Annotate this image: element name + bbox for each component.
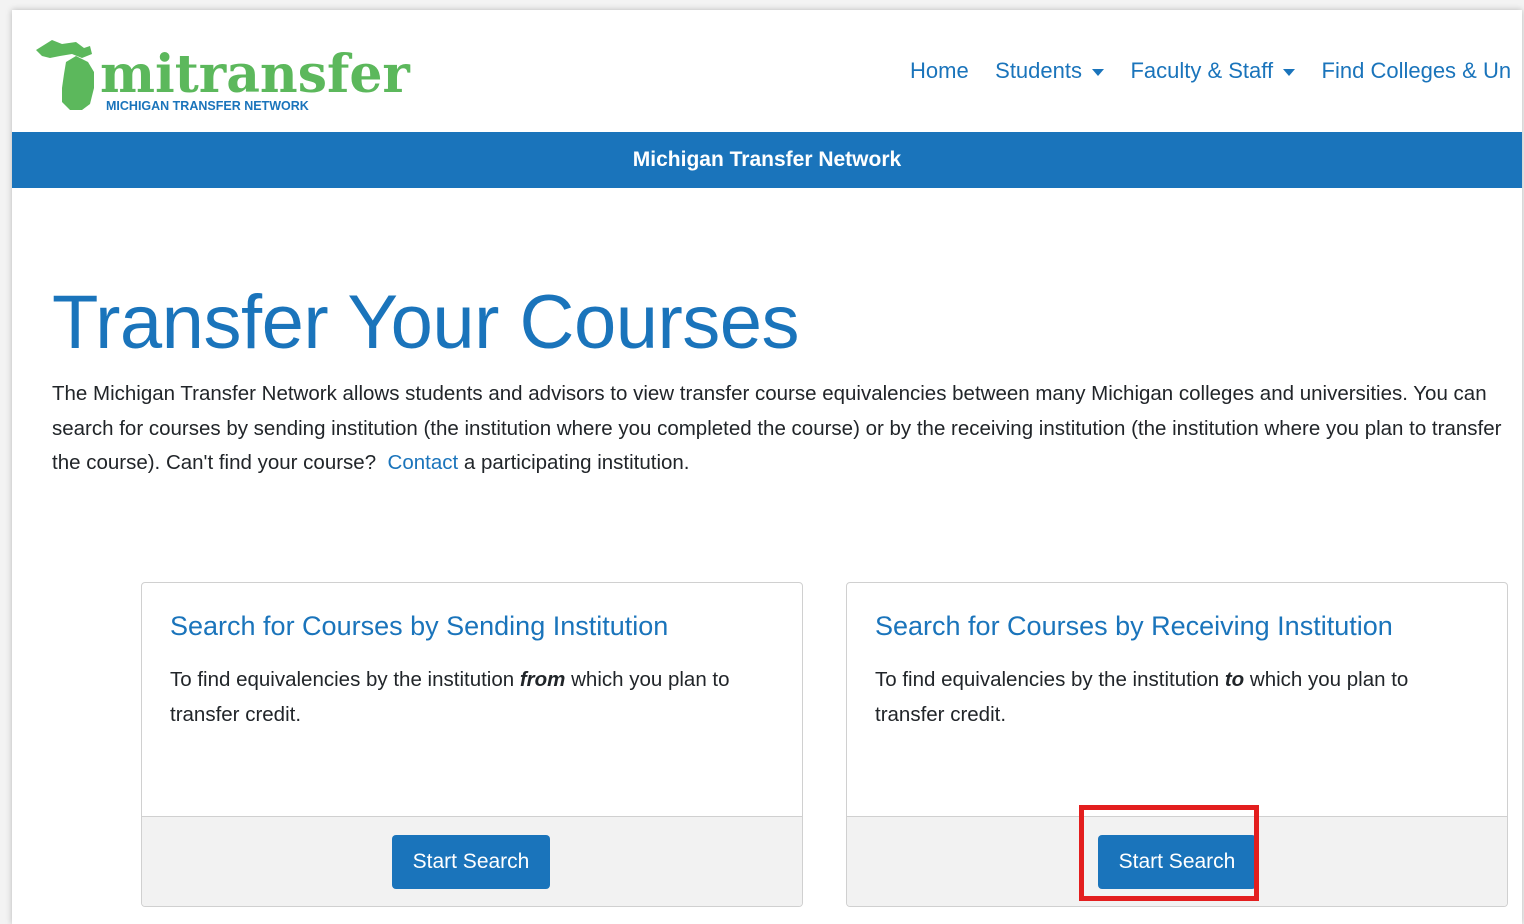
main-nav: Home Students Faculty & Staff Find Colle… xyxy=(910,58,1522,88)
site-banner: Michigan Transfer Network xyxy=(12,132,1522,188)
nav-find-colleges[interactable]: Find Colleges & Un xyxy=(1322,58,1512,84)
nav-home-label: Home xyxy=(910,58,969,83)
page: mitransfer MICHIGAN TRANSFER NETWORK Hom… xyxy=(12,10,1522,924)
card-title: Search for Courses by Sending Institutio… xyxy=(170,611,669,641)
michigan-map-icon: mitransfer MICHIGAN TRANSFER NETWORK xyxy=(36,40,410,112)
chevron-down-icon xyxy=(1283,68,1296,76)
card-body: Search for Courses by Sending Institutio… xyxy=(142,583,802,816)
mitransfer-logo[interactable]: mitransfer MICHIGAN TRANSFER NETWORK xyxy=(32,32,412,112)
chevron-down-icon xyxy=(1091,68,1104,76)
card-text-before: To find equivalencies by the institution xyxy=(875,668,1220,691)
start-search-sending-button[interactable]: Start Search xyxy=(392,835,550,889)
intro-suffix: a participating institution. xyxy=(463,451,690,474)
top-navbar: mitransfer MICHIGAN TRANSFER NETWORK Hom… xyxy=(12,10,1522,132)
svg-text:mitransfer: mitransfer xyxy=(100,44,410,105)
nav-home[interactable]: Home xyxy=(910,58,969,84)
card-body: Search for Courses by Receiving Institut… xyxy=(847,583,1507,816)
card-description: To find equivalencies by the institution… xyxy=(170,663,770,732)
card-footer: Start Search xyxy=(142,816,802,906)
start-search-receiving-button[interactable]: Start Search xyxy=(1098,835,1256,889)
card-title: Search for Courses by Receiving Institut… xyxy=(875,611,1393,641)
svg-text:MICHIGAN TRANSFER NETWORK: MICHIGAN TRANSFER NETWORK xyxy=(106,99,309,112)
nav-faculty-staff[interactable]: Faculty & Staff xyxy=(1130,58,1296,84)
intro-paragraph: The Michigan Transfer Network allows stu… xyxy=(52,377,1522,481)
intro-text: The Michigan Transfer Network allows stu… xyxy=(52,382,1502,474)
nav-find-colleges-label: Find Colleges & Un xyxy=(1321,58,1512,83)
card-text-emphasis: from xyxy=(519,668,566,691)
page-title: Transfer Your Courses xyxy=(52,280,800,365)
receiving-institution-card: Search for Courses by Receiving Institut… xyxy=(846,582,1508,907)
card-description: To find equivalencies by the institution… xyxy=(875,663,1475,732)
card-footer: Start Search xyxy=(847,816,1507,906)
card-text-emphasis: to xyxy=(1224,668,1245,691)
nav-faculty-label: Faculty & Staff xyxy=(1130,58,1274,83)
nav-students-label: Students xyxy=(995,58,1082,83)
card-text-before: To find equivalencies by the institution xyxy=(170,668,515,691)
contact-link[interactable]: Contact xyxy=(388,451,459,474)
sending-institution-card: Search for Courses by Sending Institutio… xyxy=(141,582,803,907)
nav-students[interactable]: Students xyxy=(995,58,1104,84)
